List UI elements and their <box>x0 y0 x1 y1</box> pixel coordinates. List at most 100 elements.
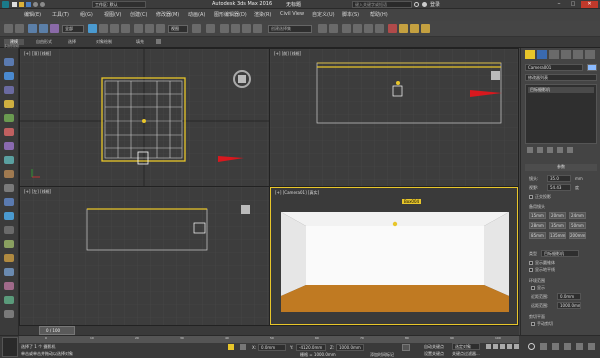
display-bones-icon[interactable] <box>4 184 14 192</box>
material-editor-icon[interactable] <box>388 24 397 33</box>
layer-explorer-icon[interactable] <box>4 296 14 304</box>
go-to-start-icon[interactable] <box>486 344 491 349</box>
select-link-icon[interactable] <box>28 24 37 33</box>
tab-freeform[interactable]: 自由形式 <box>36 39 52 45</box>
previous-frame-icon[interactable] <box>493 344 498 349</box>
percent-snap-icon[interactable] <box>242 24 251 33</box>
lens-85mm-button[interactable]: 85mm <box>529 232 546 239</box>
rendered-frame-window-icon[interactable] <box>410 24 419 33</box>
play-icon[interactable] <box>500 344 505 349</box>
display-influences-icon[interactable] <box>4 268 14 276</box>
render-setup-icon[interactable] <box>399 24 408 33</box>
pivot-center-icon[interactable] <box>192 24 201 33</box>
menu-modifiers[interactable]: 修改器(M) <box>156 11 179 18</box>
object-name-field[interactable]: Camera001 <box>525 64 583 71</box>
env-show-checkbox[interactable] <box>531 286 535 290</box>
make-unique-icon[interactable] <box>547 147 553 153</box>
maximize-viewport-icon[interactable] <box>588 343 595 350</box>
named-selection-sets-dropdown[interactable]: 创建选择集 <box>268 25 312 33</box>
near-range-field[interactable]: 0.0mm <box>557 293 581 300</box>
zoom-icon[interactable] <box>528 343 535 350</box>
zoom-all-icon[interactable] <box>540 343 547 350</box>
hierarchy-tab-icon[interactable] <box>549 50 559 59</box>
angle-snap-icon[interactable] <box>231 24 240 33</box>
menu-scripting[interactable]: 脚本(S) <box>342 11 359 18</box>
object-color-swatch[interactable] <box>587 64 597 71</box>
tab-populate[interactable]: 填充 <box>136 39 144 45</box>
render-production-icon[interactable] <box>421 24 430 33</box>
remove-modifier-icon[interactable] <box>557 147 563 153</box>
display-children-icon[interactable] <box>4 254 14 262</box>
menu-group[interactable]: 组(G) <box>80 11 93 18</box>
camera-type-dropdown[interactable]: 目标摄影机 <box>541 250 579 257</box>
display-helpers-icon[interactable] <box>4 128 14 136</box>
viewport-camera[interactable]: [+] [Camera01] [真实] Box004 <box>270 187 518 325</box>
track-bar[interactable]: 0 10 20 30 40 50 60 70 80 90 100 <box>19 336 519 343</box>
redo-toolbar-icon[interactable] <box>15 24 24 33</box>
selection-filter-dropdown[interactable]: 全部 <box>62 25 84 33</box>
manual-clip-checkbox[interactable] <box>531 322 535 326</box>
viewport-front-label[interactable]: [+] [前] [线框] <box>274 51 301 57</box>
create-tab-icon[interactable] <box>525 50 535 59</box>
quick-access-open-icon[interactable] <box>19 2 24 7</box>
menu-graph-editors[interactable]: 图形编辑器(D) <box>214 11 247 18</box>
parameters-rollout-header[interactable]: 参数 <box>525 164 597 171</box>
maxscript-listener[interactable] <box>2 337 18 357</box>
motion-tab-icon[interactable] <box>561 50 571 59</box>
close-button[interactable]: ✕ <box>581 1 598 8</box>
display-hidden-icon[interactable] <box>4 226 14 234</box>
display-cameras-icon[interactable] <box>4 114 14 122</box>
add-time-tag-button[interactable]: 添加时间标记 <box>370 352 394 358</box>
scale-icon[interactable] <box>156 24 165 33</box>
workspace-dropdown[interactable]: 工作区: 默认 <box>92 1 146 8</box>
menu-civil-view[interactable]: Civil View <box>280 11 304 17</box>
menu-animation[interactable]: 动画(A) <box>188 11 205 18</box>
key-mode-icon[interactable] <box>402 344 410 351</box>
set-key-button[interactable]: 设置关键点 <box>424 351 444 357</box>
viewcube-icon[interactable] <box>238 75 246 83</box>
absolute-mode-icon[interactable] <box>240 344 246 350</box>
sort-toggle-icon[interactable] <box>4 282 14 290</box>
spinner-snap-icon[interactable] <box>253 24 262 33</box>
y-coordinate-field[interactable]: -4120.0mm <box>296 344 326 351</box>
maximize-button[interactable]: □ <box>567 1 579 8</box>
lens-200mm-button[interactable]: 200mm <box>569 232 586 239</box>
reference-coordinate-dropdown[interactable]: 视图 <box>168 25 188 33</box>
light-icon[interactable] <box>392 221 398 227</box>
orbit-icon[interactable] <box>576 343 583 350</box>
display-tab-icon[interactable] <box>573 50 583 59</box>
redo-icon[interactable] <box>40 2 45 7</box>
viewport-top[interactable]: [+] [顶] [线框] <box>20 49 269 186</box>
menu-tools[interactable]: 工具(T) <box>52 11 69 18</box>
display-groups-icon[interactable] <box>4 156 14 164</box>
viewport-left-label[interactable]: [+] [左] [线框] <box>24 189 51 195</box>
zoom-extents-icon[interactable] <box>552 343 559 350</box>
viewcube-icon[interactable] <box>491 71 500 80</box>
viewcube-icon[interactable] <box>241 205 250 214</box>
show-cone-checkbox[interactable] <box>529 261 533 265</box>
app-logo-icon[interactable] <box>2 1 9 8</box>
display-object-xrefs-icon[interactable] <box>4 170 14 178</box>
tab-object-paint[interactable]: 对象绘制 <box>96 39 112 45</box>
display-frozen-icon[interactable] <box>4 212 14 220</box>
unlink-icon[interactable] <box>39 24 48 33</box>
key-filter-dropdown[interactable]: 选定对象 <box>452 343 480 350</box>
snaps-toggle-icon[interactable] <box>220 24 229 33</box>
pin-stack-icon[interactable] <box>527 147 533 153</box>
display-containers-icon[interactable] <box>4 198 14 206</box>
display-space-warps-icon[interactable] <box>4 142 14 150</box>
lens-28mm-button[interactable]: 28mm <box>529 222 546 229</box>
quick-access-new-icon[interactable] <box>12 2 17 7</box>
key-filters-button[interactable]: 关键点过滤器... <box>452 351 480 357</box>
display-none-icon[interactable] <box>4 58 14 66</box>
search-input[interactable]: 键入关键字或短语 <box>352 1 412 8</box>
rect-selection-icon[interactable] <box>110 24 119 33</box>
explorer-options-icon[interactable] <box>4 310 14 318</box>
modifier-list-dropdown[interactable]: 修改器列表 <box>525 74 597 81</box>
tab-selection[interactable]: 选择 <box>68 39 76 45</box>
lens-35mm-button[interactable]: 35mm <box>549 222 566 229</box>
time-slider[interactable]: 0 / 100 <box>39 326 75 335</box>
lens-50mm-button[interactable]: 50mm <box>569 222 586 229</box>
viewport-left[interactable]: [+] [左] [线框] <box>20 187 269 325</box>
display-geometry-icon[interactable] <box>4 72 14 80</box>
